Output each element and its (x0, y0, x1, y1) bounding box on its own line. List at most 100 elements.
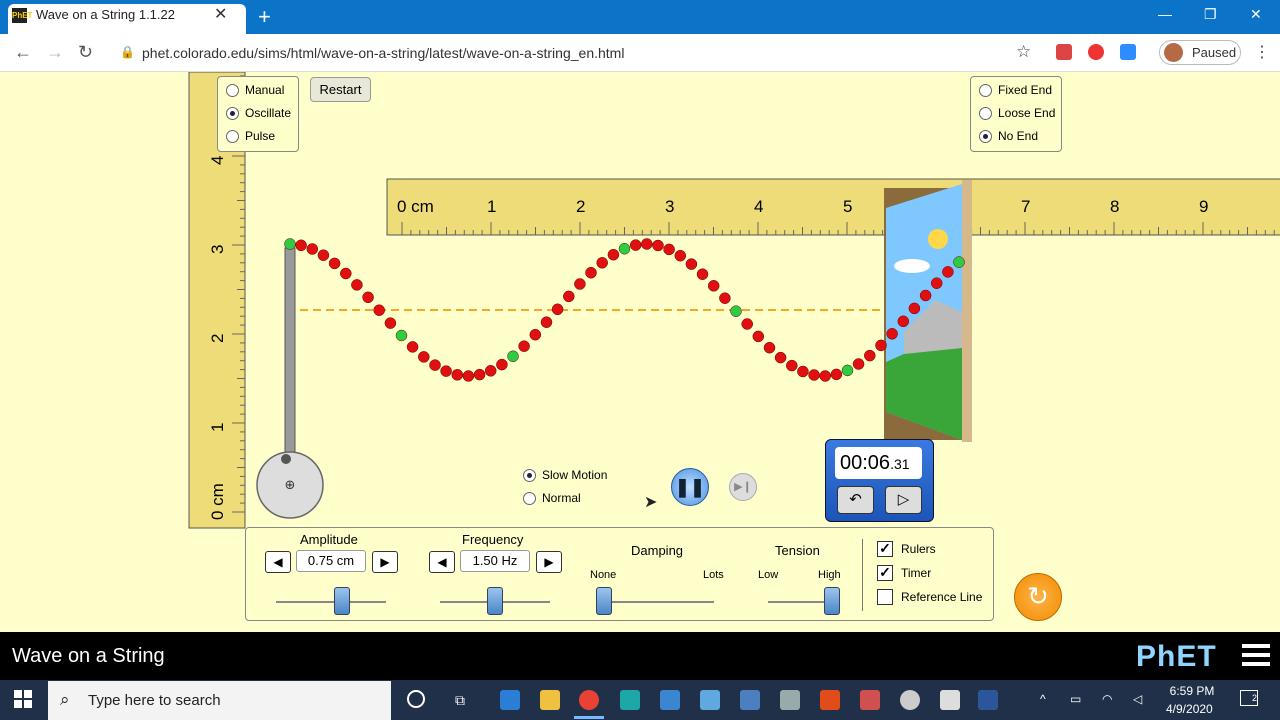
chrome-icon[interactable] (579, 690, 599, 710)
string-bead (551, 303, 564, 316)
window-no-end (884, 180, 972, 442)
windows-start-icon[interactable] (14, 690, 32, 708)
mode-option[interactable]: Pulse (226, 129, 275, 143)
string-bead (451, 369, 464, 381)
url-text[interactable]: phet.colorado.edu/sims/html/wave-on-a-st… (142, 45, 624, 61)
pdf-extension-icon[interactable] (1056, 44, 1072, 60)
damping-slider-thumb[interactable] (596, 587, 612, 615)
reset-all-button[interactable]: ↻ (1014, 573, 1062, 621)
pause-button[interactable]: ❚❚ (671, 468, 709, 506)
reload-icon[interactable]: ↻ (78, 42, 93, 63)
remote-desktop-icon[interactable] (700, 690, 720, 710)
record-extension-icon[interactable] (1088, 44, 1104, 60)
window-close-icon[interactable]: ✕ (1250, 6, 1262, 23)
checkbox-label[interactable]: Timer (901, 566, 931, 580)
timer-reset-button[interactable]: ↶ (837, 486, 874, 514)
restart-button[interactable]: Restart (310, 77, 371, 102)
radio-button[interactable] (226, 129, 239, 143)
forward-icon[interactable]: → (46, 42, 64, 63)
clock-time[interactable]: 6:59 PM (1168, 684, 1216, 698)
ruler-label: 2 (576, 197, 586, 216)
string-bead (373, 304, 385, 316)
checkbox[interactable] (877, 589, 893, 605)
minimize-icon[interactable]: — (1158, 6, 1172, 22)
radio-button[interactable] (523, 468, 536, 482)
tension-slider-track[interactable] (768, 601, 832, 603)
string-bead (395, 329, 408, 342)
bookmark-star-icon[interactable]: ☆ (1016, 42, 1031, 62)
string-bead (674, 249, 687, 262)
frequency-slider-thumb[interactable] (487, 587, 503, 615)
store-icon[interactable] (740, 690, 760, 710)
word-icon[interactable] (978, 690, 998, 710)
timer-main: 00:06 (840, 452, 891, 474)
snip-icon[interactable] (860, 690, 880, 710)
photos-icon[interactable] (940, 690, 960, 710)
checkbox-label[interactable]: Reference Line (901, 590, 982, 604)
file-explorer-icon[interactable] (540, 690, 560, 710)
speed-option[interactable]: Slow Motion (523, 468, 607, 482)
amplitude-slider-thumb[interactable] (334, 587, 350, 615)
volume-icon[interactable]: ◁ (1133, 692, 1142, 706)
zoom-extension-icon[interactable] (1120, 44, 1136, 60)
horizontal-ruler[interactable] (386, 178, 1280, 236)
mail-icon[interactable] (660, 690, 680, 710)
checkbox[interactable]: ✓ (877, 565, 893, 581)
edge-icon[interactable] (500, 690, 520, 710)
amplitude-slider-track[interactable] (276, 601, 386, 603)
speed-option[interactable]: Normal (523, 491, 581, 505)
tension-slider-thumb[interactable] (824, 587, 840, 615)
mode-option[interactable]: Manual (226, 83, 284, 97)
wifi-icon[interactable]: ◠ (1102, 692, 1112, 706)
profile-status: Paused (1192, 45, 1237, 60)
string-bead (384, 317, 397, 329)
string-bead[interactable] (284, 238, 296, 250)
checkbox-label[interactable]: Rulers (901, 542, 936, 556)
search-icon: ⌕ (60, 690, 70, 709)
arduino-icon[interactable] (620, 690, 640, 710)
string-bead (930, 277, 943, 289)
phet-logo[interactable]: PhET (1136, 640, 1217, 674)
office-icon[interactable] (820, 690, 840, 710)
radio-button[interactable] (226, 83, 239, 97)
show-hidden-icons[interactable]: ^ (1040, 692, 1046, 706)
end-type-option[interactable]: Loose End (979, 106, 1055, 120)
restore-icon[interactable]: ❐ (1204, 6, 1217, 23)
clock-date[interactable]: 4/9/2020 (1166, 702, 1213, 716)
timer-play-button[interactable]: ▷ (885, 486, 922, 514)
menu-dots-icon[interactable]: ⋮ (1254, 42, 1270, 62)
new-tab-icon[interactable]: + (258, 4, 271, 30)
notification-icon[interactable]: 2 (1240, 690, 1258, 706)
mode-option[interactable]: Oscillate (226, 106, 291, 120)
radio-button[interactable] (523, 491, 536, 505)
string-bead (886, 328, 898, 340)
cortana-icon[interactable] (407, 690, 425, 708)
string-bead (730, 305, 742, 317)
ruler-label: 9 (1199, 197, 1209, 216)
app-icon[interactable] (780, 690, 800, 710)
task-view-icon[interactable]: ⧉ (455, 692, 465, 709)
radio-button[interactable] (979, 106, 992, 120)
close-tab-icon[interactable]: ✕ (214, 4, 227, 24)
frequency-decrease-button[interactable]: ◀ (429, 551, 455, 573)
amplitude-decrease-button[interactable]: ◀ (265, 551, 291, 573)
end-type-option[interactable]: Fixed End (979, 83, 1052, 97)
damping-slider-track[interactable] (604, 601, 714, 603)
amplitude-increase-button[interactable]: ▶ (372, 551, 398, 573)
timer-fraction: .31 (890, 456, 910, 472)
radio-button[interactable] (979, 129, 992, 143)
hamburger-menu-icon[interactable] (1242, 644, 1270, 671)
string-bead (719, 292, 731, 304)
back-icon[interactable]: ← (14, 42, 32, 63)
battery-icon[interactable]: ▭ (1070, 692, 1081, 706)
lock-icon[interactable]: 🔒 (120, 45, 135, 59)
string-bead (741, 318, 753, 330)
frequency-increase-button[interactable]: ▶ (536, 551, 562, 573)
app-icon-2[interactable] (900, 690, 920, 710)
end-type-option[interactable]: No End (979, 129, 1038, 143)
search-placeholder[interactable]: Type here to search (88, 692, 221, 709)
step-forward-button[interactable]: ▶❙ (729, 473, 757, 501)
radio-button[interactable] (979, 83, 992, 97)
checkbox[interactable]: ✓ (877, 541, 893, 557)
radio-button[interactable] (226, 106, 239, 120)
